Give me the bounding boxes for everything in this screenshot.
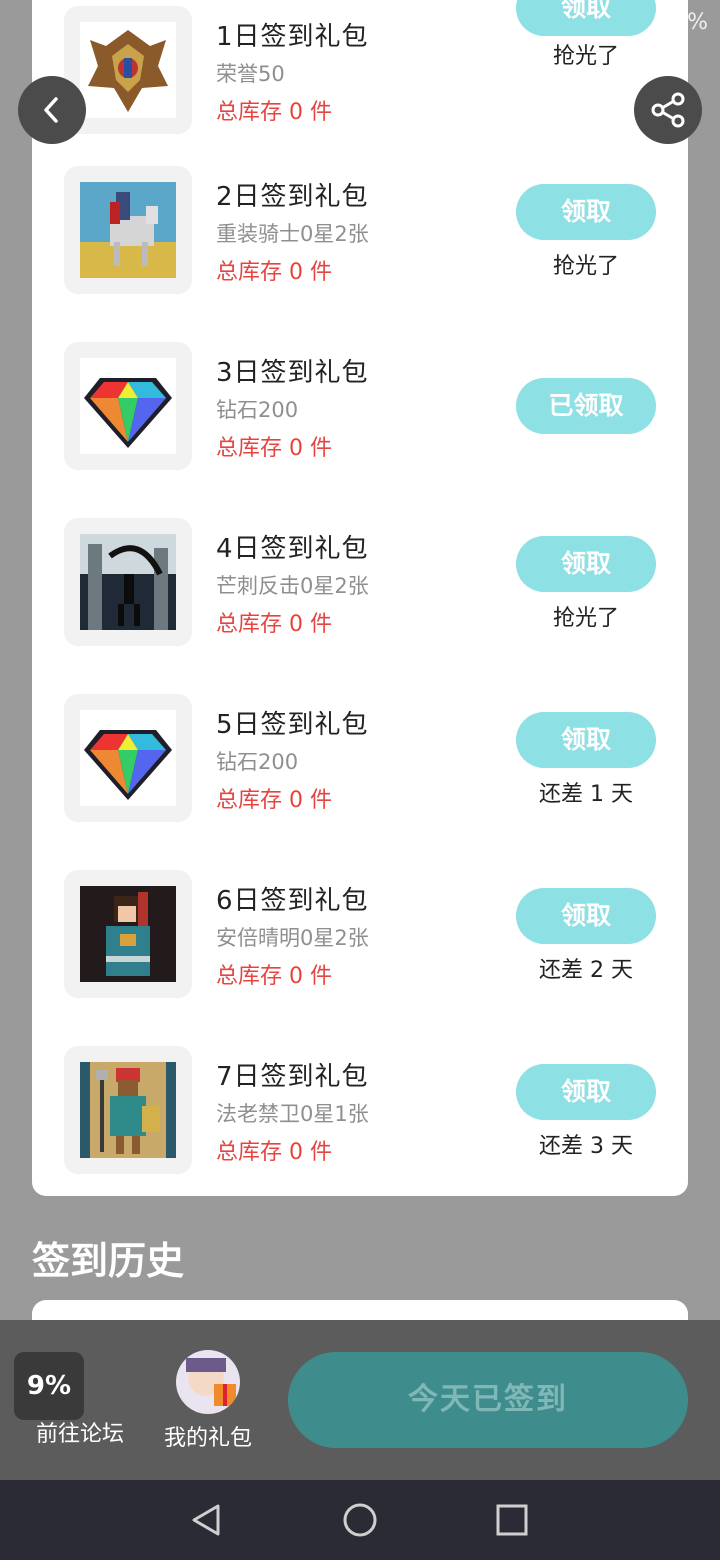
gift-item-day6: 6日签到礼包 安倍晴明0星2张 总库存 0 件 领取 还差 2 天 xyxy=(32,870,688,1046)
my-gifts-link[interactable]: 我的礼包 xyxy=(156,1350,260,1452)
gift-item-day1: 1日签到礼包 荣誉50 总库存 0 件 领取 抢光了 xyxy=(32,0,688,182)
gift-stock: 总库存 0 件 xyxy=(216,1140,332,1165)
gift-content: 钻石200 xyxy=(216,398,299,422)
diamond-icon xyxy=(64,694,192,822)
back-button[interactable] xyxy=(18,76,86,144)
gift-status-note: 抢光了 xyxy=(552,606,619,631)
share-button[interactable] xyxy=(634,76,702,144)
gift-item-day3: 3日签到礼包 钻石200 总库存 0 件 已领取 xyxy=(32,342,688,518)
share-icon xyxy=(651,92,685,128)
forum-progress-badge: 9% xyxy=(14,1352,84,1420)
gift-title: 3日签到礼包 xyxy=(216,358,369,388)
gift-content: 芒刺反击0星2张 xyxy=(216,574,369,598)
claim-button[interactable]: 领取 xyxy=(516,184,656,240)
gift-stock: 总库存 0 件 xyxy=(216,788,332,813)
knight-card-icon xyxy=(64,166,192,294)
my-gifts-label: 我的礼包 xyxy=(163,1426,252,1451)
gift-item-day5: 5日签到礼包 钻石200 总库存 0 件 领取 还差 1 天 xyxy=(32,694,688,870)
gift-title: 1日签到礼包 xyxy=(216,22,369,52)
diamond-icon xyxy=(64,342,192,470)
gift-stock: 总库存 0 件 xyxy=(216,100,332,125)
recents-square-icon[interactable] xyxy=(492,1500,532,1540)
gift-stock: 总库存 0 件 xyxy=(216,436,332,461)
gift-item-day7: 7日签到礼包 法老禁卫0星1张 总库存 0 件 领取 还差 3 天 xyxy=(32,1046,688,1222)
gift-stock: 总库存 0 件 xyxy=(216,612,332,637)
gift-content: 法老禁卫0星1张 xyxy=(216,1102,369,1126)
gift-status-note: 还差 1 天 xyxy=(539,782,633,807)
gift-content: 重装骑士0星2张 xyxy=(216,222,369,246)
bottom-action-bar: 9% 前往论坛 我的礼包 今天已签到 xyxy=(0,1320,720,1480)
gift-title: 6日签到礼包 xyxy=(216,886,369,916)
claim-button[interactable]: 领取 xyxy=(516,1064,656,1120)
gift-content: 钻石200 xyxy=(216,750,299,774)
forum-link[interactable]: 前往论坛 xyxy=(28,1416,132,1448)
claim-button[interactable]: 领取 xyxy=(516,888,656,944)
checkin-history-title: 签到历史 xyxy=(32,1239,185,1283)
gift-list-card: 1日签到礼包 荣誉50 总库存 0 件 领取 抢光了 2日签到礼包 重装骑士0星… xyxy=(32,0,688,1196)
claim-button[interactable]: 领取 xyxy=(516,536,656,592)
gift-title: 7日签到礼包 xyxy=(216,1062,369,1092)
gift-status-note: 还差 2 天 xyxy=(539,958,633,983)
gift-status-note: 抢光了 xyxy=(552,254,619,279)
gift-title: 5日签到礼包 xyxy=(216,710,369,740)
back-triangle-icon[interactable] xyxy=(186,1500,226,1540)
signed-today-button[interactable]: 今天已签到 xyxy=(288,1352,688,1448)
gift-stock: 总库存 0 件 xyxy=(216,964,332,989)
claimed-button[interactable]: 已领取 xyxy=(516,378,656,434)
gift-title: 4日签到礼包 xyxy=(216,534,369,564)
chevron-left-icon xyxy=(44,97,58,123)
warrior-card-icon xyxy=(64,518,192,646)
onmyoji-card-icon xyxy=(64,870,192,998)
gift-avatar-icon xyxy=(176,1350,240,1414)
claim-button[interactable]: 领取 xyxy=(516,712,656,768)
gift-content: 安倍晴明0星2张 xyxy=(216,926,369,950)
gift-title: 2日签到礼包 xyxy=(216,182,369,212)
home-circle-icon[interactable] xyxy=(340,1500,380,1540)
gift-status-note: 抢光了 xyxy=(552,44,619,69)
gift-stock: 总库存 0 件 xyxy=(216,260,332,285)
gift-item-day4: 4日签到礼包 芒刺反击0星2张 总库存 0 件 领取 抢光了 xyxy=(32,518,688,694)
system-navigation-bar xyxy=(0,1480,720,1560)
forum-label: 前往论坛 xyxy=(35,1422,124,1447)
claim-button[interactable]: 领取 xyxy=(516,0,656,36)
gift-item-day2: 2日签到礼包 重装骑士0星2张 总库存 0 件 领取 抢光了 xyxy=(32,166,688,342)
gift-content: 荣誉50 xyxy=(216,62,285,86)
pharaoh-guard-card-icon xyxy=(64,1046,192,1174)
gift-status-note: 还差 3 天 xyxy=(539,1134,633,1159)
checkin-page: 83% 1日签到礼包 荣誉50 总库存 0 件 领取 抢光了 xyxy=(0,0,720,1560)
